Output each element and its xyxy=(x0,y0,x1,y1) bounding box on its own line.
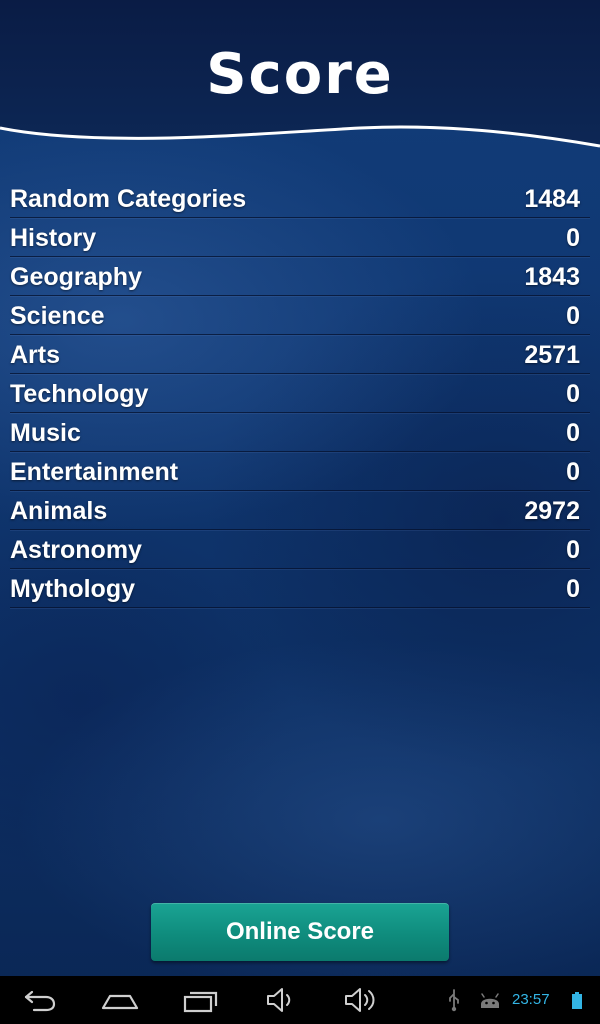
category-score: 1843 xyxy=(524,263,580,291)
score-row-history: History 0 xyxy=(10,219,590,257)
category-name: Mythology xyxy=(10,575,135,603)
category-name: Science xyxy=(10,302,105,330)
header: Score xyxy=(0,0,600,150)
recent-apps-icon[interactable] xyxy=(182,984,220,1016)
category-score: 0 xyxy=(566,380,580,408)
category-name: Geography xyxy=(10,263,142,291)
online-score-button[interactable]: Online Score xyxy=(151,903,449,961)
category-name: Astronomy xyxy=(10,536,142,564)
category-name: History xyxy=(10,224,97,252)
usb-icon xyxy=(446,984,462,1016)
score-row-entertainment: Entertainment 0 xyxy=(10,453,590,491)
score-row-astronomy: Astronomy 0 xyxy=(10,531,590,569)
category-score: 0 xyxy=(566,458,580,486)
category-score: 0 xyxy=(566,419,580,447)
back-icon[interactable] xyxy=(22,984,58,1016)
android-icon xyxy=(478,984,502,1016)
status-clock: 23:57 xyxy=(512,991,550,1008)
category-score: 0 xyxy=(566,302,580,330)
score-row-animals: Animals 2972 xyxy=(10,492,590,530)
category-name: Entertainment xyxy=(10,458,179,486)
category-name: Arts xyxy=(10,341,61,369)
battery-icon xyxy=(570,984,584,1016)
category-name: Random Categories xyxy=(10,185,247,213)
system-navigation-bar: 23:57 xyxy=(0,976,600,1024)
category-score: 0 xyxy=(566,536,580,564)
category-name: Animals xyxy=(10,497,108,525)
category-score: 0 xyxy=(566,224,580,252)
score-row-science: Science 0 xyxy=(10,297,590,335)
score-row-music: Music 0 xyxy=(10,414,590,452)
score-row-random-categories: Random Categories 1484 xyxy=(10,180,590,218)
category-score: 2972 xyxy=(524,497,580,525)
score-row-technology: Technology 0 xyxy=(10,375,590,413)
app-screen: Score Random Categories 1484 History 0 G… xyxy=(0,0,600,1024)
score-row-geography: Geography 1843 xyxy=(10,258,590,296)
category-score: 2571 xyxy=(524,341,580,369)
score-row-arts: Arts 2571 xyxy=(10,336,590,374)
category-name: Technology xyxy=(10,380,149,408)
page-title: Score xyxy=(206,42,394,107)
volume-down-icon[interactable] xyxy=(264,984,298,1016)
category-score: 1484 xyxy=(524,185,580,213)
volume-up-icon[interactable] xyxy=(342,984,380,1016)
home-icon[interactable] xyxy=(100,984,140,1016)
category-score: 0 xyxy=(566,575,580,603)
category-name: Music xyxy=(10,419,81,447)
score-row-mythology: Mythology 0 xyxy=(10,570,590,608)
score-list: Random Categories 1484 History 0 Geograp… xyxy=(10,180,590,609)
